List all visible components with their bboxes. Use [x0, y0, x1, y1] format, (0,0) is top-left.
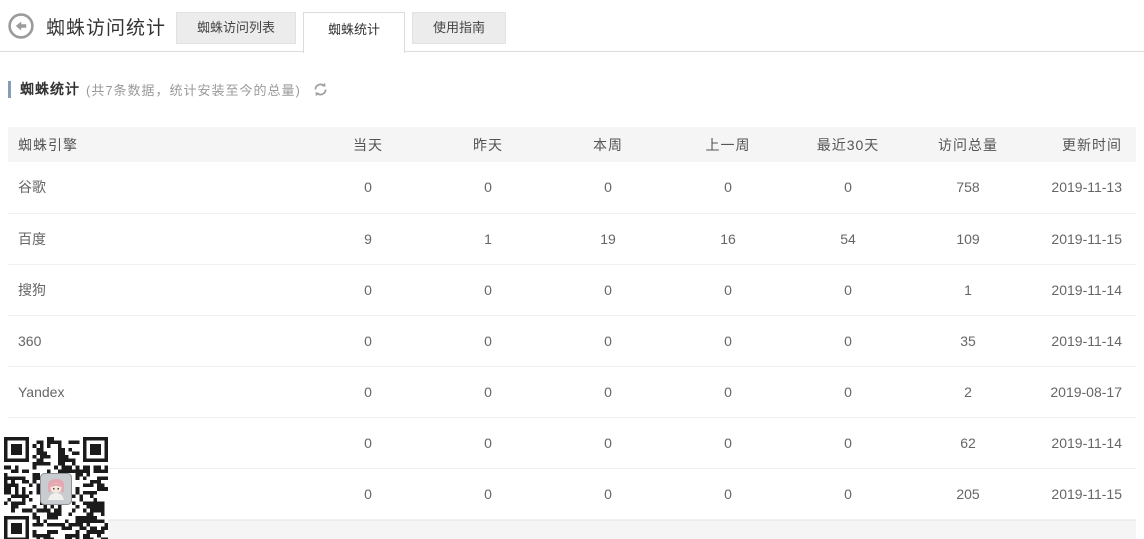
cell-value: 0	[364, 383, 372, 400]
cell-value: 0	[724, 485, 732, 502]
cell-value: 0	[364, 281, 372, 298]
cell-value: 62	[960, 434, 976, 451]
table-row: 0 0 0 0 0 205 2019-11-15	[8, 468, 1136, 519]
cell-engine: Yandex	[18, 383, 65, 400]
cell-value: 0	[484, 281, 492, 298]
back-button[interactable]	[8, 13, 34, 39]
section-title: 蜘蛛统计	[20, 81, 80, 97]
cell-value: 19	[600, 230, 616, 247]
table-header-row: 蜘蛛引擎 当天 昨天 本周 上一周 最近30天 访问总量 更新时间	[8, 127, 1136, 162]
cell-value: 0	[604, 179, 612, 196]
cell-value: 0	[364, 434, 372, 451]
cell-updated: 2019-11-15	[1051, 485, 1122, 502]
cell-value: 1	[484, 230, 492, 247]
cell-updated: 2019-11-14	[1051, 332, 1122, 349]
table-row: 0 0 0 0 0 62 2019-11-14	[8, 417, 1136, 468]
cell-value: 0	[484, 485, 492, 502]
cell-value: 0	[604, 332, 612, 349]
refresh-icon	[314, 82, 327, 96]
page-title: 蜘蛛访问统计	[46, 18, 167, 39]
cell-updated: 2019-11-15	[1051, 230, 1122, 247]
cell-engine: 搜狗	[18, 281, 46, 298]
cell-engine: 谷歌	[18, 179, 46, 196]
cell-engine: 360	[18, 332, 42, 349]
table-row: 360 0 0 0 0 0 35 2019-11-14	[8, 315, 1136, 366]
cell-value: 0	[844, 485, 852, 502]
cell-value: 0	[844, 281, 852, 298]
top-bar: 蜘蛛访问统计 蜘蛛访问列表 蜘蛛统计 使用指南	[0, 0, 1144, 53]
refresh-button[interactable]	[313, 82, 328, 97]
cell-value: 0	[604, 383, 612, 400]
footer-band	[8, 519, 1136, 539]
cell-value: 0	[484, 332, 492, 349]
cell-value: 0	[724, 332, 732, 349]
cell-value: 205	[956, 485, 980, 502]
tab-usage-guide[interactable]: 使用指南	[412, 12, 507, 44]
column-header: 最近30天	[816, 136, 880, 153]
column-header: 更新时间	[1062, 136, 1122, 153]
section-header: 蜘蛛统计 (共7条数据，统计安装至今的总量)	[8, 79, 1144, 99]
cell-value: 0	[844, 434, 852, 451]
table-row: 谷歌 0 0 0 0 0 758 2019-11-13	[8, 162, 1136, 213]
cell-value: 16	[720, 230, 736, 247]
cell-value: 0	[364, 332, 372, 349]
cell-value: 9	[364, 230, 372, 247]
column-header: 昨天	[473, 136, 503, 153]
table-row: 百度 9 1 19 16 54 109 2019-11-15	[8, 213, 1136, 264]
column-header: 当天	[353, 136, 383, 153]
spider-stats-table: 蜘蛛引擎 当天 昨天 本周 上一周 最近30天 访问总量 更新时间 谷歌 0 0 0 0 0 758 201…	[8, 127, 1136, 520]
cell-value: 0	[724, 281, 732, 298]
arrow-left-circle-icon	[8, 13, 34, 39]
cell-value: 0	[844, 332, 852, 349]
cell-value: 1	[964, 281, 972, 298]
cell-value: 0	[724, 383, 732, 400]
column-header: 蜘蛛引擎	[18, 136, 78, 153]
cell-value: 54	[840, 230, 856, 247]
cell-updated: 2019-11-14	[1051, 281, 1122, 298]
cell-value: 2	[964, 383, 972, 400]
column-header: 访问总量	[938, 136, 998, 153]
accent-bar	[8, 80, 11, 98]
tab-spider-stats[interactable]: 蜘蛛统计	[303, 12, 406, 53]
cell-value: 0	[844, 383, 852, 400]
cell-value: 0	[484, 383, 492, 400]
column-header: 上一周	[705, 136, 751, 153]
cell-value: 0	[724, 179, 732, 196]
avatar	[40, 473, 72, 505]
cell-value: 0	[604, 281, 612, 298]
cell-value: 0	[484, 179, 492, 196]
column-header: 本周	[593, 136, 623, 153]
cell-value: 0	[364, 179, 372, 196]
tab-spider-visit-list[interactable]: 蜘蛛访问列表	[176, 12, 297, 44]
table-row: 搜狗 0 0 0 0 0 1 2019-11-14	[8, 264, 1136, 315]
cell-value: 0	[484, 434, 492, 451]
qr-code-image	[4, 437, 108, 539]
cell-value: 35	[960, 332, 976, 349]
cell-value: 0	[604, 434, 612, 451]
cell-updated: 2019-08-17	[1050, 383, 1122, 400]
cell-value: 0	[844, 179, 852, 196]
cell-updated: 2019-11-14	[1051, 434, 1122, 451]
cell-value: 758	[956, 179, 980, 196]
cell-value: 0	[724, 434, 732, 451]
section-subtitle: (共7条数据，统计安装至今的总量)	[86, 82, 301, 98]
cell-engine: 百度	[18, 230, 46, 247]
table-row: Yandex 0 0 0 0 0 2 2019-08-17	[8, 366, 1136, 417]
cell-value: 0	[364, 485, 372, 502]
cell-value: 109	[956, 230, 980, 247]
cell-value: 0	[604, 485, 612, 502]
cell-updated: 2019-11-13	[1051, 179, 1122, 196]
tab-bar: 蜘蛛访问列表 蜘蛛统计 使用指南	[176, 12, 513, 53]
